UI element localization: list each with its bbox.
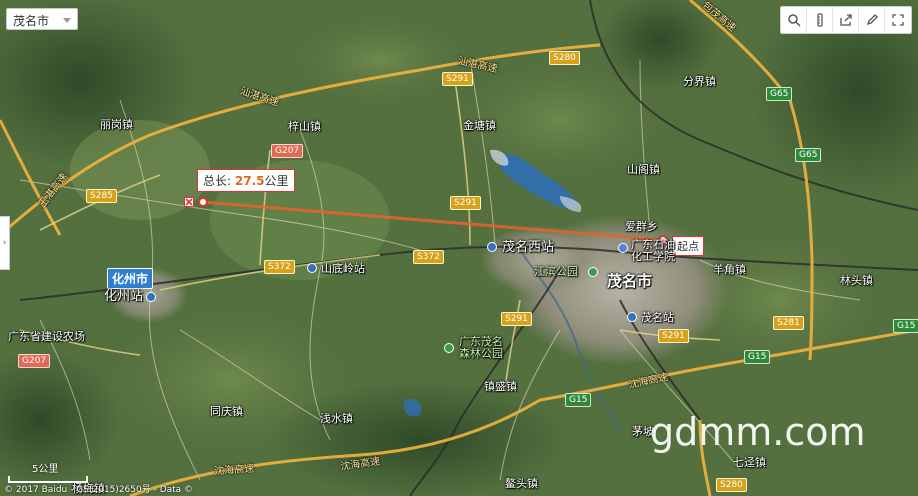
place-maoming-west-station[interactable]: 茂名西站 <box>502 240 554 255</box>
road-shield-g207-b: G207 <box>18 354 51 368</box>
station-icon-maoming[interactable] <box>627 312 637 322</box>
place-maoming-station[interactable]: 茂名站 <box>641 311 674 324</box>
road-shield-g15-a: G15 <box>744 350 771 364</box>
sidebar-expand-tab[interactable]: › <box>0 216 10 270</box>
road-shield-s291-c: S291 <box>501 312 532 326</box>
map-scale: 5公里 <box>8 460 88 483</box>
place-yangjiao[interactable]: 羊角镇 <box>713 263 746 276</box>
park-icon-jiangbin[interactable] <box>588 267 598 277</box>
city-selector-value: 茂名市 <box>13 14 50 28</box>
ruler-icon <box>816 13 823 27</box>
fullscreen-tool-button[interactable] <box>885 7 911 33</box>
road-shield-s291-a: S291 <box>442 72 473 86</box>
road-shield-s291-b: S291 <box>450 196 481 210</box>
place-lintou[interactable]: 林头镇 <box>840 274 873 287</box>
highway-label-yanhai-3: 沈海高速 <box>213 463 255 478</box>
measure-start-label: 起点 <box>672 236 704 256</box>
road-shield-g15-c: G15 <box>893 319 918 333</box>
road-shield-g65-a: G65 <box>766 87 793 101</box>
fullscreen-icon <box>892 14 904 26</box>
place-qianshui[interactable]: 浅水镇 <box>320 412 353 425</box>
place-guangdong-farm[interactable]: 广东省建设农场 <box>8 330 85 343</box>
total-value: 27.5 <box>234 174 265 188</box>
road-shield-s280-b: S280 <box>716 478 747 492</box>
measure-close-icon[interactable] <box>184 197 194 207</box>
station-icon-shandiling[interactable] <box>307 263 317 273</box>
city-selector[interactable]: 茂名市 <box>6 8 78 30</box>
place-maoming-city[interactable]: 茂名市 <box>607 273 652 290</box>
road-shield-g207-a: G207 <box>271 144 304 158</box>
place-ligang[interactable]: 丽岗镇 <box>100 118 133 131</box>
road-shield-s285: S285 <box>86 189 117 203</box>
map-toolbar <box>780 6 912 34</box>
place-yishan[interactable]: 梓山镇 <box>288 120 321 133</box>
scale-label: 5公里 <box>32 464 59 475</box>
place-huazhou-station[interactable]: 化州站 <box>104 289 143 304</box>
place-shandiling-station[interactable]: 山底岭站 <box>321 262 365 275</box>
place-fenjie[interactable]: 分界镇 <box>683 75 716 88</box>
share-icon <box>839 14 852 26</box>
place-zhensheng[interactable]: 镇盛镇 <box>484 380 517 393</box>
place-qiqian[interactable]: 七迳镇 <box>733 456 766 469</box>
search-tool-button[interactable] <box>781 7 807 33</box>
measure-end-marker[interactable] <box>198 197 208 207</box>
total-unit: 公里 <box>264 174 289 188</box>
road-shield-g15-b: G15 <box>565 393 592 407</box>
road-shield-g65-b: G65 <box>795 148 822 162</box>
place-jintang[interactable]: 金塘镇 <box>463 119 496 132</box>
pencil-icon <box>866 14 878 26</box>
place-forest-park-2[interactable]: 森林公园 <box>459 347 503 360</box>
site-watermark: gdmm.com <box>650 410 866 454</box>
share-tool-button[interactable] <box>833 7 859 33</box>
chevron-down-icon <box>63 18 71 23</box>
place-aotou[interactable]: 鳌头镇 <box>505 477 538 490</box>
copyright-text: © 2017 Baidu - GS(2015)2650号 - Data © <box>4 485 194 495</box>
measure-total-label: 总长: 27.5公里 <box>197 169 295 192</box>
station-icon-maoming-west[interactable] <box>487 242 497 252</box>
place-aiqun[interactable]: 爱群乡 <box>625 220 658 233</box>
road-shield-s291-d: S291 <box>658 329 689 343</box>
place-shange[interactable]: 山阁镇 <box>627 163 660 176</box>
place-huazhou-city[interactable]: 化州市 <box>107 268 154 289</box>
college-poi-icon[interactable] <box>618 243 628 253</box>
road-shield-s372-b: S372 <box>413 250 444 264</box>
place-jiangbin-park[interactable]: 江滨公园 <box>534 265 578 278</box>
search-icon <box>787 14 801 27</box>
road-shield-s280: S280 <box>549 51 580 65</box>
station-icon-huazhou[interactable] <box>146 292 156 302</box>
road-shield-s281: S281 <box>773 316 804 330</box>
place-chem-college[interactable]: 化工学院 <box>631 250 675 263</box>
place-tongqing[interactable]: 同庆镇 <box>210 405 243 418</box>
draw-tool-button[interactable] <box>859 7 885 33</box>
measure-tool-button[interactable] <box>807 7 833 33</box>
road-shield-s372-a: S372 <box>264 260 295 274</box>
park-icon-forest[interactable] <box>444 343 454 353</box>
total-prefix: 总长: <box>203 174 232 188</box>
